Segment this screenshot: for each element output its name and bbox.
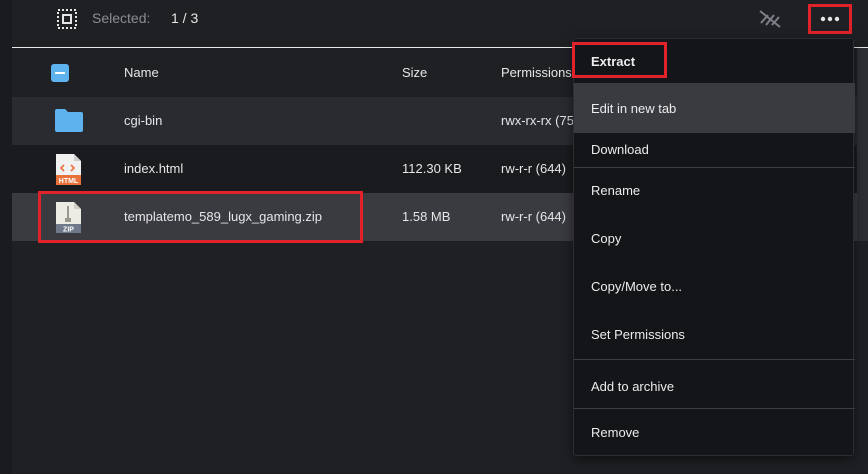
- menu-item-rename[interactable]: Rename: [574, 169, 855, 209]
- menu-item-add-archive[interactable]: Add to archive: [574, 361, 855, 405]
- scrollbar[interactable]: [857, 48, 868, 241]
- file-name: index.html: [124, 161, 184, 176]
- menu-item-remove[interactable]: Remove: [574, 409, 855, 453]
- folder-icon: [54, 105, 84, 138]
- file-name: cgi-bin: [124, 113, 163, 128]
- selection-highlight: [38, 191, 363, 243]
- file-size: 1.58 MB: [402, 209, 451, 224]
- menu-item-set-permissions[interactable]: Set Permissions: [574, 313, 855, 353]
- context-menu: Extract Edit in new tab Download Rename …: [572, 38, 855, 456]
- menu-item-label: Remove: [591, 425, 640, 440]
- menu-separator: [574, 167, 855, 168]
- menu-item-label: Add to archive: [591, 379, 675, 394]
- menu-item-copy[interactable]: Copy: [574, 217, 855, 257]
- menu-item-label: Download: [591, 142, 649, 157]
- menu-item-label: Set Permissions: [591, 327, 685, 342]
- menu-item-label: Copy/Move to...: [591, 279, 683, 294]
- menu-item-edit-new-tab[interactable]: Edit in new tab: [574, 83, 855, 133]
- column-header-name[interactable]: Name: [124, 65, 159, 80]
- menu-item-label: Edit in new tab: [591, 101, 677, 116]
- more-options-button[interactable]: [808, 4, 852, 34]
- svg-text:HTML: HTML: [59, 178, 79, 185]
- file-permissions: rw-r-r (644): [501, 209, 566, 224]
- selected-label: Selected:: [92, 10, 151, 26]
- grid-off-icon[interactable]: [756, 7, 784, 31]
- menu-separator: [574, 359, 855, 360]
- more-horizontal-icon: [820, 16, 840, 22]
- column-header-size[interactable]: Size: [402, 65, 427, 80]
- menu-item-extract[interactable]: Extract: [572, 39, 855, 83]
- menu-item-label: Rename: [591, 183, 641, 198]
- menu-item-copy-move[interactable]: Copy/Move to...: [574, 265, 855, 305]
- column-header-permissions[interactable]: Permissions: [501, 65, 572, 80]
- select-all-icon[interactable]: [57, 9, 77, 29]
- left-panel-edge: [0, 0, 12, 474]
- file-size: 112.30 KB: [402, 161, 462, 176]
- file-permissions: rw-r-r (644): [501, 161, 566, 176]
- menu-item-label: Copy: [591, 231, 622, 246]
- menu-item-label: Extract: [591, 54, 636, 69]
- html-file-icon: HTML: [54, 153, 82, 192]
- select-all-checkbox[interactable]: [51, 64, 69, 82]
- selected-count: 1 / 3: [171, 10, 199, 26]
- menu-item-download[interactable]: Download: [574, 133, 855, 167]
